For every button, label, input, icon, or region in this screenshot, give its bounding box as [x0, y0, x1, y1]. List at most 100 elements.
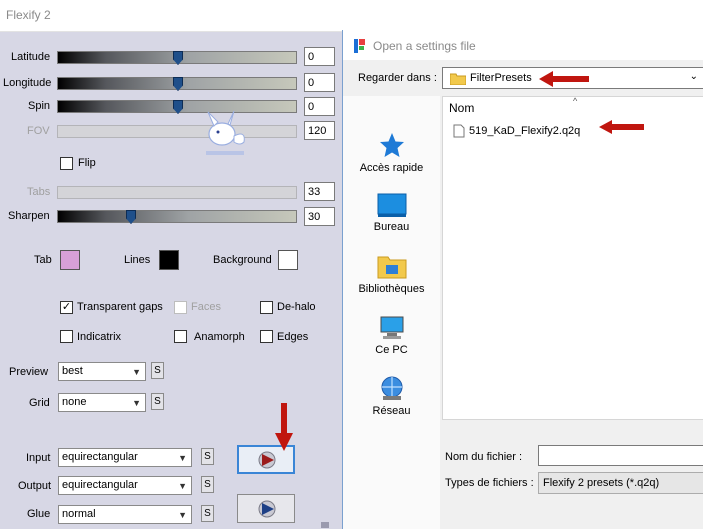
place-label: Accès rapide	[359, 162, 424, 174]
horizontal-scrollbar[interactable]	[442, 420, 703, 437]
longitude-slider[interactable]	[57, 77, 297, 91]
sharpen-value[interactable]: 30	[304, 207, 335, 226]
spin-label: Spin	[28, 100, 51, 112]
computer-icon	[380, 316, 403, 339]
sharpen-slider[interactable]	[57, 210, 297, 224]
slider-thumb[interactable]	[126, 210, 136, 224]
glue-label: Glue	[27, 508, 51, 520]
transparent-gaps-checkbox[interactable]: ✓	[60, 301, 73, 314]
input-s-button[interactable]: S	[201, 448, 214, 465]
red-arrow-left-icon	[539, 71, 589, 87]
fov-label: FOV	[27, 125, 50, 137]
network-icon	[381, 376, 402, 400]
look-in-label: Regarder dans :	[358, 72, 437, 84]
preview-label: Preview	[9, 366, 49, 378]
save-icon	[258, 500, 276, 518]
window-title: Flexify 2	[6, 8, 51, 22]
watermark-logo	[206, 110, 245, 155]
grid-select[interactable]: none ▼	[58, 393, 146, 412]
input-select[interactable]: equirectangular ▼	[58, 448, 192, 467]
edges-checkbox[interactable]	[260, 330, 273, 343]
output-value: equirectangular	[62, 479, 138, 491]
slider-thumb[interactable]	[173, 100, 183, 114]
input-value: equirectangular	[62, 451, 138, 463]
place-libraries[interactable]: Bibliothèques	[343, 253, 440, 295]
spin-value[interactable]: 0	[304, 97, 335, 116]
tab-color-label: Tab	[34, 254, 52, 266]
fov-value[interactable]: 120	[304, 121, 335, 140]
place-network[interactable]: Réseau	[343, 375, 440, 417]
libraries-icon	[377, 256, 406, 279]
edges-label: Edges	[277, 331, 309, 343]
dialog-body: Regarder dans : FilterPresets ⌄ Accès ra…	[343, 60, 703, 529]
indicatrix-label: Indicatrix	[77, 331, 122, 343]
file-icon	[453, 124, 465, 138]
chevron-down-icon: ▼	[132, 398, 141, 408]
anamorph-label: Anamorph	[194, 331, 245, 343]
red-arrow-left-icon	[599, 120, 644, 134]
place-label: Bureau	[373, 221, 410, 233]
desktop-icon	[377, 193, 406, 217]
glue-select[interactable]: normal ▼	[58, 505, 192, 524]
de-halo-checkbox[interactable]	[260, 301, 273, 314]
lines-color-swatch[interactable]	[159, 250, 179, 270]
resize-grip-icon[interactable]	[321, 520, 329, 528]
output-select[interactable]: equirectangular ▼	[58, 476, 192, 495]
grid-s-button[interactable]: S	[151, 393, 164, 410]
chevron-down-icon: ▼	[178, 481, 187, 491]
longitude-label: Longitude	[3, 77, 52, 89]
transparent-gaps-label: Transparent gaps	[77, 301, 163, 313]
latitude-slider[interactable]	[57, 51, 297, 65]
file-item[interactable]: 519_KaD_Flexify2.q2q	[450, 122, 610, 140]
slider-thumb[interactable]	[173, 77, 183, 91]
preview-value: best	[62, 365, 83, 377]
slider-thumb[interactable]	[173, 51, 183, 65]
column-header-name[interactable]: Nom	[449, 101, 474, 115]
latitude-label: Latitude	[11, 51, 51, 63]
place-quick-access[interactable]: Accès rapide	[343, 132, 440, 174]
chevron-down-icon: ▼	[178, 510, 187, 520]
longitude-value[interactable]: 0	[304, 73, 335, 92]
dialog-title: Open a settings file	[373, 39, 476, 53]
sharpen-label: Sharpen	[8, 210, 50, 222]
anamorph-checkbox[interactable]	[174, 330, 187, 343]
tab-color-swatch[interactable]	[60, 250, 80, 270]
sort-up-icon: ^	[573, 96, 578, 106]
place-label: Bibliothèques	[358, 283, 425, 295]
fov-slider[interactable]	[57, 125, 297, 138]
faces-label: Faces	[191, 301, 221, 313]
flip-label: Flip	[78, 157, 96, 169]
star-icon	[379, 133, 404, 157]
spin-slider[interactable]	[57, 100, 297, 114]
de-halo-label: De-halo	[277, 301, 316, 313]
preview-select[interactable]: best ▼	[58, 362, 146, 381]
filetype-select[interactable]: Flexify 2 presets (*.q2q)	[538, 472, 703, 494]
tabs-value[interactable]: 33	[304, 182, 335, 201]
tabs-slider[interactable]	[57, 186, 297, 199]
glue-s-button[interactable]: S	[201, 505, 214, 522]
tabs-label: Tabs	[27, 186, 51, 198]
background-color-label: Background	[213, 254, 272, 266]
lines-color-label: Lines	[124, 254, 151, 266]
indicatrix-checkbox[interactable]	[60, 330, 73, 343]
latitude-value[interactable]: 0	[304, 47, 335, 66]
chevron-down-icon: ▼	[178, 453, 187, 463]
faces-checkbox[interactable]	[174, 301, 187, 314]
place-label: Réseau	[372, 405, 411, 417]
input-label: Input	[26, 452, 51, 464]
save-settings-button[interactable]	[237, 494, 295, 523]
background-color-swatch[interactable]	[278, 250, 298, 270]
app-icon	[354, 39, 365, 53]
flip-checkbox[interactable]	[60, 157, 73, 170]
place-desktop[interactable]: Bureau	[343, 193, 440, 233]
output-label: Output	[18, 480, 52, 492]
chevron-down-icon: ▼	[132, 367, 141, 377]
folder-icon	[450, 73, 466, 85]
look-in-value: FilterPresets	[470, 72, 532, 84]
place-this-pc[interactable]: Ce PC	[343, 316, 440, 356]
grid-value: none	[62, 396, 87, 408]
output-s-button[interactable]: S	[201, 476, 214, 493]
filename-input[interactable]	[538, 445, 703, 466]
preview-s-button[interactable]: S	[151, 362, 164, 379]
filetype-label: Types de fichiers :	[445, 477, 534, 489]
